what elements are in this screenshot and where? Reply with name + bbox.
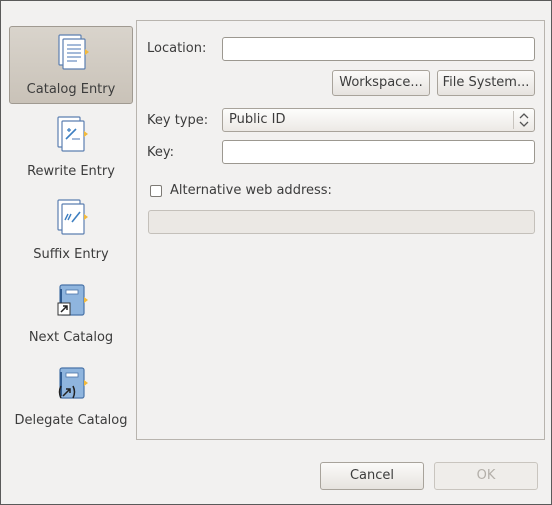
key-type-selected-value: Public ID: [229, 112, 286, 127]
updown-chevron-icon: [513, 111, 534, 129]
sidebar-item-label: Next Catalog: [28, 330, 114, 345]
delegate-catalog-icon: [58, 367, 88, 399]
alternative-web-address-label: Alternative web address:: [170, 183, 332, 198]
alternative-web-address-checkbox[interactable]: [150, 185, 162, 197]
key-type-select[interactable]: Public ID: [222, 108, 535, 132]
file-system-button[interactable]: File System...: [437, 70, 535, 96]
sidebar-item-rewrite-entry[interactable]: Rewrite Entry: [9, 109, 133, 187]
sidebar-item-label: Suffix Entry: [33, 247, 109, 262]
next-catalog-icon: [57, 284, 88, 316]
key-type-label: Key type:: [147, 113, 209, 128]
sidebar-item-label: Rewrite Entry: [27, 164, 115, 179]
catalog-entry-icon: [58, 34, 89, 70]
sidebar-item-delegate-catalog[interactable]: Delegate Catalog: [9, 358, 133, 436]
location-input[interactable]: [222, 37, 535, 61]
sidebar-item-next-catalog[interactable]: Next Catalog: [9, 275, 133, 353]
key-label: Key:: [147, 145, 175, 160]
sidebar-item-label: Delegate Catalog: [14, 413, 128, 428]
cancel-button[interactable]: Cancel: [320, 462, 424, 490]
alternative-web-address-input: [148, 210, 535, 234]
ok-button[interactable]: OK: [434, 462, 538, 490]
suffix-entry-icon: [57, 199, 88, 235]
workspace-button[interactable]: Workspace...: [332, 70, 430, 96]
location-label: Location:: [147, 41, 207, 56]
sidebar-item-label: Catalog Entry: [26, 82, 116, 97]
rewrite-entry-icon: [57, 116, 88, 152]
entry-form-panel: Location: Workspace... File System... Ke…: [136, 20, 545, 440]
key-input[interactable]: [222, 140, 535, 164]
dialog-window: Catalog Entry Rewrite Entry Suffix Entry…: [0, 0, 552, 505]
sidebar-item-catalog-entry[interactable]: Catalog Entry: [9, 26, 133, 104]
catalog-type-sidebar: Catalog Entry Rewrite Entry Suffix Entry…: [1, 1, 137, 441]
sidebar-item-suffix-entry[interactable]: Suffix Entry: [9, 192, 133, 270]
